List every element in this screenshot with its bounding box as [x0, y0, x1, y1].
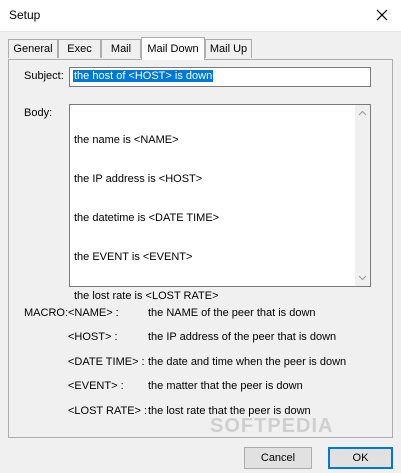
body-textarea[interactable]: the name is <NAME> the IP address is <HO…: [69, 104, 371, 302]
macro-key: <EVENT> :: [68, 380, 124, 392]
body-line: the IP address is <HOST>: [74, 173, 203, 185]
subject-value: the host of <HOST> is down: [73, 70, 214, 82]
macro-desc: the matter that the peer is down: [148, 380, 303, 392]
title-bar: Setup: [0, 0, 401, 32]
macro-desc: the date and time when the peer is down: [148, 356, 347, 368]
macro-key: <NAME> :: [68, 307, 119, 319]
tab-exec[interactable]: Exec: [58, 39, 101, 58]
macro-heading: MACRO:: [24, 307, 68, 319]
body-text: the name is <NAME> the IP address is <HO…: [74, 108, 219, 329]
subject-input[interactable]: the host of <HOST> is down: [69, 67, 371, 87]
ok-button[interactable]: OK: [328, 447, 393, 469]
scroll-down-arrow-icon[interactable]: [358, 273, 367, 282]
macro-desc: the NAME of the peer that is down: [148, 307, 316, 319]
tab-general[interactable]: General: [8, 39, 58, 58]
tab-mail[interactable]: Mail: [101, 39, 141, 58]
tab-mail-up[interactable]: Mail Up: [205, 39, 252, 58]
scroll-up-arrow-icon[interactable]: [358, 109, 367, 118]
body-scrollbar[interactable]: [355, 105, 370, 286]
cancel-button[interactable]: Cancel: [244, 447, 312, 469]
body-line: the lost rate is <LOST RATE>: [74, 290, 219, 302]
body-label: Body:: [24, 107, 53, 119]
macro-key: <LOST RATE> :: [68, 405, 148, 417]
tab-mail-down[interactable]: Mail Down: [141, 37, 205, 60]
macro-key: <DATE TIME> :: [68, 356, 145, 368]
body-line: the EVENT is <EVENT>: [74, 251, 193, 263]
macro-desc: the IP address of the peer that is down: [148, 331, 337, 343]
close-icon: [376, 9, 388, 21]
body-line: the name is <NAME>: [74, 134, 179, 146]
subject-label: Subject:: [24, 70, 64, 82]
body-line: the datetime is <DATE TIME>: [74, 212, 220, 224]
softpedia-watermark: SOFTPEDIA: [210, 415, 334, 437]
window-title: Setup: [9, 8, 41, 22]
close-button[interactable]: [371, 4, 393, 26]
macro-key: <HOST> :: [68, 331, 118, 343]
